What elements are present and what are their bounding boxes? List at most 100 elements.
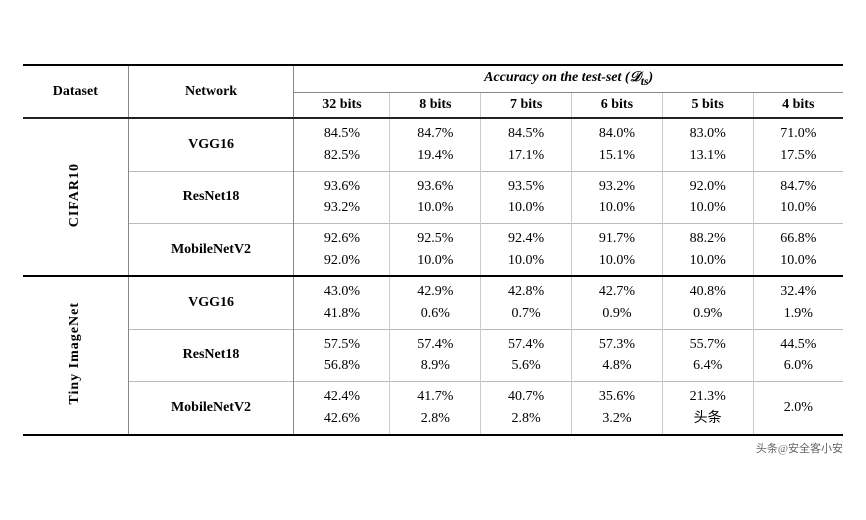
col-network-header: Network xyxy=(128,65,294,118)
data-cell: 40.8% 0.9% xyxy=(662,276,753,329)
data-cell: 92.5% 10.0% xyxy=(390,224,481,277)
cell-bot: 0.6% xyxy=(421,306,450,321)
watermark: 头条@安全客小安 xyxy=(23,440,843,456)
cell-top: 92.6% xyxy=(324,231,360,246)
accuracy-table: Dataset Network Accuracy on the test-set… xyxy=(23,64,843,435)
cell-bot: 10.0% xyxy=(508,200,544,215)
data-cell: 92.4% 10.0% xyxy=(481,224,572,277)
col-5bits-header: 5 bits xyxy=(662,93,753,119)
cell-top: 40.8% xyxy=(690,284,726,299)
dataset-label-1: Tiny ImageNet xyxy=(67,302,83,405)
data-cell: 43.0% 41.8% xyxy=(294,276,390,329)
network-cell: ResNet18 xyxy=(128,329,294,381)
cell-top: 57.4% xyxy=(417,337,453,352)
data-cell: 84.0% 15.1% xyxy=(572,118,663,171)
cell-bot: 0.9% xyxy=(602,306,631,321)
data-cell: 93.6% 10.0% xyxy=(390,171,481,223)
cell-top: 42.4% xyxy=(324,389,360,404)
table-row: CIFAR10VGG1684.5%82.5%84.7%19.4%84.5%17.… xyxy=(23,118,843,171)
cell-top: 41.7% xyxy=(417,389,453,404)
data-cell: 35.6% 3.2% xyxy=(572,382,663,435)
cell-top: 43.0% xyxy=(324,284,360,299)
data-cell: 88.2%10.0% xyxy=(662,224,753,277)
data-cell: 84.7% 10.0% xyxy=(753,171,843,223)
cell-top: 92.4% xyxy=(508,231,544,246)
cell-top: 83.0% xyxy=(690,126,726,141)
col-32bits-header: 32 bits xyxy=(294,93,390,119)
cell-bot: 8.9% xyxy=(421,358,450,373)
data-cell: 57.4% 5.6% xyxy=(481,329,572,381)
cell-top: 93.6% xyxy=(417,179,453,194)
cell-top: 32.4% xyxy=(780,284,816,299)
cell-bot: 56.8% xyxy=(324,358,360,373)
col-6bits-header: 6 bits xyxy=(572,93,663,119)
cell-bot: 10.0% xyxy=(780,200,816,215)
cell-top: 44.5% xyxy=(780,337,816,352)
col-8bits-header: 8 bits xyxy=(390,93,481,119)
data-cell: 55.7%6.4% xyxy=(662,329,753,381)
cell-bot: 41.8% xyxy=(324,306,360,321)
cell-bot: 5.6% xyxy=(512,358,541,373)
data-cell: 42.4% 42.6% xyxy=(294,382,390,435)
network-cell: MobileNetV2 xyxy=(128,224,294,277)
data-cell: 93.2% 10.0% xyxy=(572,171,663,223)
col-7bits-header: 7 bits xyxy=(481,93,572,119)
network-cell: VGG16 xyxy=(128,276,294,329)
cell-top: 57.5% xyxy=(324,337,360,352)
cell-bot: 2.8% xyxy=(421,411,450,426)
cell-top: 93.2% xyxy=(599,179,635,194)
cell-bot: 10.0% xyxy=(508,253,544,268)
cell-bot: 15.1% xyxy=(599,148,635,163)
cell-top: 40.7% xyxy=(508,389,544,404)
table-row: MobileNetV292.6%92.0% 92.5% 10.0% 92.4% 10.0… xyxy=(23,224,843,277)
data-cell: 66.8%10.0% xyxy=(753,224,843,277)
cell-top: 42.9% xyxy=(417,284,453,299)
cell-top: 35.6% xyxy=(599,389,635,404)
data-cell: 93.5%10.0% xyxy=(481,171,572,223)
cell-top: 57.4% xyxy=(508,337,544,352)
cell-bot: 10.0% xyxy=(417,253,453,268)
cell-bot: 13.1% xyxy=(690,148,726,163)
cell-top: 92.0% xyxy=(690,179,726,194)
cell-bot: 0.7% xyxy=(512,306,541,321)
cell-bot: 93.2% xyxy=(324,200,360,215)
cell-top: 92.5% xyxy=(417,231,453,246)
data-cell: 92.0% 10.0% xyxy=(662,171,753,223)
data-cell: 92.6%92.0% xyxy=(294,224,390,277)
data-cell: 84.7%19.4% xyxy=(390,118,481,171)
cell-top: 55.7% xyxy=(690,337,726,352)
cell-bot: 42.6% xyxy=(324,411,360,426)
cell-top: 84.7% xyxy=(417,126,453,141)
cell-top: 84.5% xyxy=(508,126,544,141)
dataset-label-0: CIFAR10 xyxy=(67,163,83,227)
data-cell: 57.4% 8.9% xyxy=(390,329,481,381)
data-cell: 84.5% 82.5% xyxy=(294,118,390,171)
cell-bot: 6.0% xyxy=(784,358,813,373)
cell-bot: 82.5% xyxy=(324,148,360,163)
col-dataset-header: Dataset xyxy=(23,65,128,118)
cell-top: 42.7% xyxy=(599,284,635,299)
cell-bot: 17.5% xyxy=(780,148,816,163)
data-cell: 40.7% 2.8% xyxy=(481,382,572,435)
cell-top: 66.8% xyxy=(780,231,816,246)
data-cell: 21.3%头条 xyxy=(662,382,753,435)
cell-bot: 0.9% xyxy=(693,306,722,321)
cell-top: 84.5% xyxy=(324,126,360,141)
data-cell: 42.8%0.7% xyxy=(481,276,572,329)
network-cell: VGG16 xyxy=(128,118,294,171)
cell-bot: 3.2% xyxy=(602,411,631,426)
cell-bot: 10.0% xyxy=(599,200,635,215)
table-row: ResNet1857.5%56.8%57.4%8.9%57.4%5.6%57.3… xyxy=(23,329,843,381)
cell-top: 84.7% xyxy=(780,179,816,194)
data-cell: 91.7%10.0% xyxy=(572,224,663,277)
cell-bot: 10.0% xyxy=(690,253,726,268)
data-cell: 44.5% 6.0% xyxy=(753,329,843,381)
cell-top: 84.0% xyxy=(599,126,635,141)
cell-bot: 2.8% xyxy=(512,411,541,426)
data-cell: 84.5%17.1% xyxy=(481,118,572,171)
network-cell: ResNet18 xyxy=(128,171,294,223)
cell-top: 21.3% xyxy=(690,389,726,404)
cell-bot: 10.0% xyxy=(690,200,726,215)
table-row: Tiny ImageNetVGG1643.0%41.8%42.9%0.6%42.… xyxy=(23,276,843,329)
cell-bot: 10.0% xyxy=(417,200,453,215)
